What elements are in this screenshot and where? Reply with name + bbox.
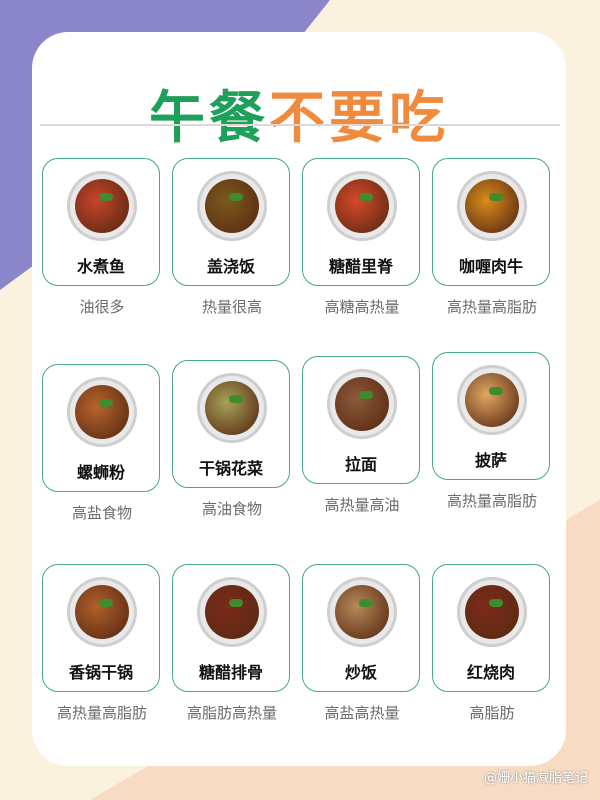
food-tile: 水煮鱼 bbox=[42, 158, 160, 286]
food-item: 水煮鱼 油很多 bbox=[42, 158, 162, 316]
food-tile: 披萨 bbox=[432, 352, 550, 480]
garnish-shape bbox=[229, 395, 243, 403]
food-picture bbox=[75, 585, 129, 639]
page-title: 午餐不要吃 bbox=[32, 82, 566, 156]
food-name: 红烧肉 bbox=[466, 663, 515, 682]
garnish-shape bbox=[229, 599, 243, 607]
food-name: 盖浇饭 bbox=[206, 257, 255, 276]
title-part1: 午餐 bbox=[149, 86, 269, 151]
food-item: 炒饭 高盐高热量 bbox=[302, 564, 422, 722]
garnish-shape bbox=[99, 599, 113, 607]
food-tile: 红烧肉 bbox=[432, 564, 550, 692]
garnish-shape bbox=[489, 387, 503, 395]
food-picture bbox=[465, 373, 519, 427]
food-tile: 炒饭 bbox=[302, 564, 420, 692]
braised-pork-icon bbox=[457, 577, 527, 647]
food-note: 高热量高脂肪 bbox=[446, 298, 537, 316]
title-divider bbox=[40, 124, 560, 126]
food-item: 咖喱肉牛高热量高脂肪 bbox=[432, 158, 552, 316]
food-tile: 干锅花菜 bbox=[172, 360, 290, 488]
food-tile: 香锅干锅 bbox=[42, 564, 160, 692]
food-picture bbox=[335, 179, 389, 233]
food-picture bbox=[75, 179, 129, 233]
food-item: 糖醋排骨 高脂肪高热量 bbox=[172, 564, 292, 722]
food-name: 螺蛳粉 bbox=[76, 463, 125, 482]
food-item: 螺蛳粉 高盐食物 bbox=[42, 364, 162, 522]
food-tile: 拉面 bbox=[302, 356, 420, 484]
garnish-shape bbox=[99, 193, 113, 201]
food-item: 拉面 高热量高油 bbox=[302, 356, 422, 514]
food-tile: 糖醋排骨 bbox=[172, 564, 290, 692]
food-note: 高脂肪 bbox=[469, 704, 515, 722]
cauliflower-icon bbox=[197, 373, 267, 443]
garnish-shape bbox=[359, 193, 373, 201]
garnish-shape bbox=[229, 193, 243, 201]
pizza-icon bbox=[457, 365, 527, 435]
food-picture bbox=[335, 585, 389, 639]
food-name: 香锅干锅 bbox=[68, 663, 133, 682]
food-picture bbox=[465, 585, 519, 639]
food-name: 披萨 bbox=[474, 451, 507, 470]
fried-rice-icon bbox=[327, 577, 397, 647]
food-picture bbox=[205, 585, 259, 639]
spare-ribs-icon bbox=[197, 577, 267, 647]
food-tile: 螺蛳粉 bbox=[42, 364, 160, 492]
garnish-shape bbox=[489, 599, 503, 607]
dry-pot-icon bbox=[67, 577, 137, 647]
food-tile: 咖喱肉牛 bbox=[432, 158, 550, 286]
food-name: 炒饭 bbox=[344, 663, 377, 682]
food-picture bbox=[335, 377, 389, 431]
food-item: 盖浇饭 热量很高 bbox=[172, 158, 292, 316]
garnish-shape bbox=[489, 193, 503, 201]
food-name: 糖醋排骨 bbox=[198, 663, 263, 682]
boiled-fish-icon bbox=[67, 171, 137, 241]
snail-noodles-icon bbox=[67, 377, 137, 447]
food-tile: 盖浇饭 bbox=[172, 158, 290, 286]
ramen-icon bbox=[327, 369, 397, 439]
food-name: 咖喱肉牛 bbox=[458, 257, 523, 276]
food-name: 拉面 bbox=[344, 455, 377, 474]
food-item: 干锅花菜 高油食物 bbox=[172, 360, 292, 518]
food-tile: 糖醋里脊 bbox=[302, 158, 420, 286]
food-item: 糖醋里脊 高糖高热量 bbox=[302, 158, 422, 316]
title-part2: 不要吃 bbox=[269, 86, 449, 151]
food-item: 香锅干锅 高热量高脂肪 bbox=[42, 564, 162, 722]
watermark: @姗小猫减脂笔记 bbox=[483, 771, 588, 786]
food-picture bbox=[205, 381, 259, 435]
food-note: 高热量高脂肪 bbox=[446, 492, 537, 510]
food-picture bbox=[205, 179, 259, 233]
food-item: 红烧肉 高脂肪 bbox=[432, 564, 552, 722]
food-picture bbox=[465, 179, 519, 233]
food-picture bbox=[75, 385, 129, 439]
garnish-shape bbox=[359, 391, 373, 399]
garnish-shape bbox=[99, 399, 113, 407]
garnish-shape bbox=[359, 599, 373, 607]
curry-beef-icon bbox=[457, 171, 527, 241]
food-name: 糖醋里脊 bbox=[328, 257, 393, 276]
sweet-sour-pork-icon bbox=[327, 171, 397, 241]
food-name: 干锅花菜 bbox=[198, 459, 263, 478]
rice-bowl-icon bbox=[197, 171, 267, 241]
food-item: 披萨 高热量高脂肪 bbox=[432, 352, 552, 510]
food-name: 水煮鱼 bbox=[76, 257, 125, 276]
